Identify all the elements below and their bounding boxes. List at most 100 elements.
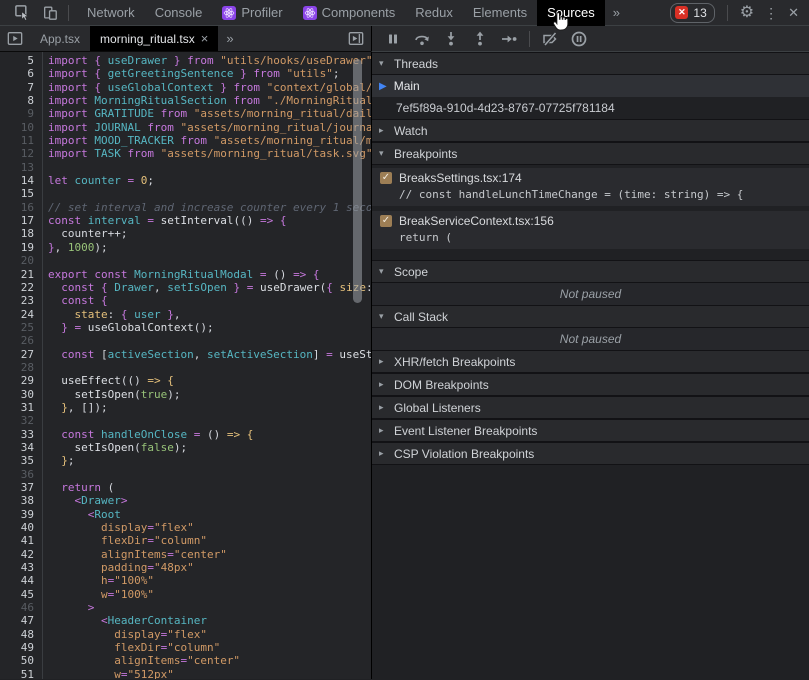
code-text[interactable]: setIsOpen(false); [42, 441, 187, 454]
code-text[interactable]: <HeaderContainer [42, 614, 207, 627]
code-text[interactable]: const [activeSection, setActiveSection] … [42, 348, 371, 361]
line-number[interactable]: 11 [0, 134, 42, 147]
panel-tab-sources[interactable]: Sources [537, 0, 605, 26]
line-number[interactable]: 39 [0, 508, 42, 521]
breakpoint-checkbox[interactable]: ✓ [380, 172, 392, 184]
line-number[interactable]: 20 [0, 254, 42, 267]
error-count-badge[interactable]: ✕ 13 [670, 3, 714, 23]
step-into-icon[interactable] [440, 29, 462, 49]
more-files-chevron-icon[interactable]: » [218, 31, 241, 46]
code-text[interactable]: display="flex" [42, 521, 194, 534]
line-number[interactable]: 10 [0, 121, 42, 134]
code-text[interactable]: const { [42, 294, 108, 307]
code-text[interactable]: import { useDrawer } from "utils/hooks/u… [42, 54, 371, 67]
code-text[interactable] [42, 187, 48, 200]
panel-tab-elements[interactable]: Elements [463, 0, 537, 26]
code-text[interactable]: w="512px" [42, 668, 174, 679]
thread-item-worker[interactable]: 7ef5f89a-910d-4d23-8767-07725f781184 [372, 97, 809, 119]
line-number[interactable]: 14 [0, 174, 42, 187]
panel-tab-console[interactable]: Console [145, 0, 213, 26]
line-number[interactable]: 45 [0, 588, 42, 601]
step-over-icon[interactable] [411, 29, 433, 49]
panel-tab-profiler[interactable]: Profiler [212, 0, 292, 26]
line-number[interactable]: 21 [0, 268, 42, 281]
code-text[interactable]: const handleOnClose = () => { [42, 428, 253, 441]
breakpoint-checkbox[interactable]: ✓ [380, 215, 392, 227]
code-text[interactable] [42, 254, 48, 267]
line-number[interactable]: 44 [0, 574, 42, 587]
section-header-dom-breakpoints[interactable]: ▸DOM Breakpoints [372, 373, 809, 396]
line-number[interactable]: 43 [0, 561, 42, 574]
line-number[interactable]: 27 [0, 348, 42, 361]
line-number[interactable]: 30 [0, 388, 42, 401]
line-number[interactable]: 17 [0, 214, 42, 227]
line-number[interactable]: 12 [0, 147, 42, 160]
section-header-event-listener-breakpoints[interactable]: ▸Event Listener Breakpoints [372, 419, 809, 442]
section-header-call-stack[interactable]: ▾Call Stack [372, 305, 809, 328]
code-text[interactable] [42, 414, 48, 427]
code-text[interactable]: import { useGlobalContext } from "contex… [42, 81, 371, 94]
line-number[interactable]: 32 [0, 414, 42, 427]
line-number[interactable]: 51 [0, 668, 42, 679]
section-header-watch[interactable]: ▸Watch [372, 119, 809, 142]
section-header-breakpoints[interactable]: ▾Breakpoints [372, 142, 809, 165]
show-navigator-icon[interactable] [0, 26, 30, 51]
section-header-csp-violation-breakpoints[interactable]: ▸CSP Violation Breakpoints [372, 442, 809, 465]
code-text[interactable]: }, 1000); [42, 241, 108, 254]
close-devtools-icon[interactable]: ✕ [788, 6, 799, 19]
device-toolbar-icon[interactable] [40, 3, 60, 23]
code-text[interactable]: export const MorningRitualModal = () => … [42, 268, 320, 281]
breakpoint-entry[interactable]: ✓BreakServiceContext.tsx:156return ( [372, 211, 809, 249]
code-text[interactable]: import GRATITUDE from "assets/morning_ri… [42, 107, 371, 120]
code-text[interactable]: useEffect(() => { [42, 374, 174, 387]
line-number[interactable]: 7 [0, 81, 42, 94]
thread-item-main[interactable]: ▶Main [372, 75, 809, 97]
code-text[interactable]: alignItems="center" [42, 548, 227, 561]
code-text[interactable]: alignItems="center" [42, 654, 240, 667]
code-text[interactable]: import MOOD_TRACKER from "assets/morning… [42, 134, 371, 147]
code-text[interactable] [42, 468, 48, 481]
line-number[interactable]: 46 [0, 601, 42, 614]
line-number[interactable]: 29 [0, 374, 42, 387]
file-tab-morning_ritual.tsx[interactable]: morning_ritual.tsx× [90, 26, 218, 51]
line-number[interactable]: 16 [0, 201, 42, 214]
line-number[interactable]: 15 [0, 187, 42, 200]
line-number[interactable]: 35 [0, 454, 42, 467]
section-header-scope[interactable]: ▾Scope [372, 260, 809, 283]
code-text[interactable]: padding="48px" [42, 561, 194, 574]
line-number[interactable]: 36 [0, 468, 42, 481]
line-number[interactable]: 13 [0, 161, 42, 174]
code-text[interactable]: // set interval and increase counter eve… [42, 201, 371, 214]
code-text[interactable]: <Root [42, 508, 121, 521]
line-number[interactable]: 6 [0, 67, 42, 80]
pause-on-exceptions-icon[interactable] [568, 29, 590, 49]
line-number[interactable]: 47 [0, 614, 42, 627]
line-number[interactable]: 38 [0, 494, 42, 507]
code-text[interactable]: }, []); [42, 401, 108, 414]
code-text[interactable]: return ( [42, 481, 114, 494]
code-text[interactable]: <Drawer> [42, 494, 128, 507]
code-text[interactable]: w="100%" [42, 588, 154, 601]
code-text[interactable]: const interval = setInterval(() => { [42, 214, 286, 227]
pause-script-icon[interactable] [382, 29, 404, 49]
deactivate-breakpoints-icon[interactable] [539, 29, 561, 49]
inspect-element-icon[interactable] [12, 3, 32, 23]
line-number[interactable]: 24 [0, 308, 42, 321]
code-text[interactable] [42, 334, 48, 347]
panel-tab-components[interactable]: Components [293, 0, 406, 26]
code-text[interactable]: let counter = 0; [42, 174, 154, 187]
line-number[interactable]: 26 [0, 334, 42, 347]
section-header-threads[interactable]: ▾Threads [372, 52, 809, 75]
more-panels-chevron-icon[interactable]: » [605, 5, 628, 20]
code-text[interactable]: import TASK from "assets/morning_ritual/… [42, 147, 371, 160]
code-text[interactable]: state: { user }, [42, 308, 180, 321]
code-text[interactable]: import { getGreetingSentence } from "uti… [42, 67, 339, 80]
line-number[interactable]: 23 [0, 294, 42, 307]
line-number[interactable]: 48 [0, 628, 42, 641]
line-number[interactable]: 22 [0, 281, 42, 294]
code-text[interactable]: counter++; [42, 227, 127, 240]
code-text[interactable]: flexDir="column" [42, 534, 207, 547]
code-text[interactable]: }; [42, 454, 75, 467]
code-text[interactable]: display="flex" [42, 628, 207, 641]
section-header-xhr-fetch-breakpoints[interactable]: ▸XHR/fetch Breakpoints [372, 350, 809, 373]
